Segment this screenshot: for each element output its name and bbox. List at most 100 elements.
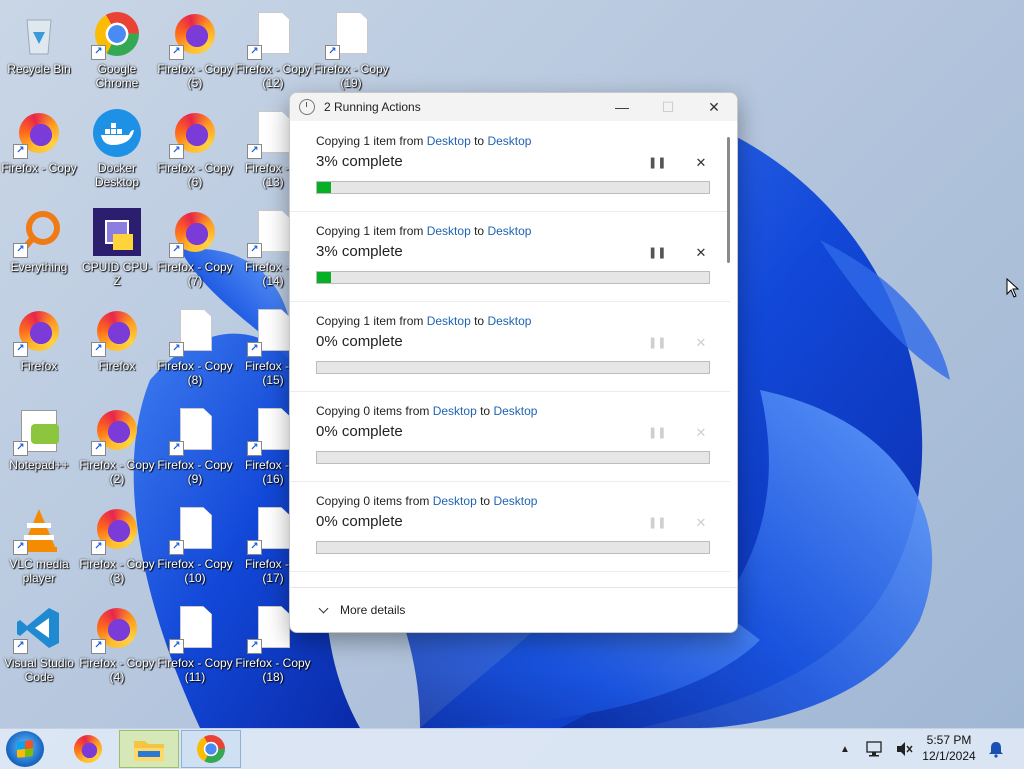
desktop-icon-firefox-2nd[interactable]: ↗ Firefox xyxy=(78,301,156,373)
shortcut-arrow-icon: ↗ xyxy=(13,243,28,258)
destination-link[interactable]: Desktop xyxy=(487,314,531,328)
vscode-icon: ↗ xyxy=(13,604,63,654)
shortcut-arrow-icon: ↗ xyxy=(247,144,262,159)
close-button[interactable]: ✕ xyxy=(691,93,737,121)
desktop-icon-firefox-copy-4[interactable]: ↗ Firefox - Copy (4) xyxy=(78,598,156,684)
folder-icon xyxy=(134,741,164,761)
progress-bar xyxy=(316,361,710,374)
shortcut-arrow-icon: ↗ xyxy=(169,639,184,654)
desktop-icon-firefox-copy-9[interactable]: ↗ Firefox - Copy (9) xyxy=(156,400,234,486)
desktop-icon-label: Google Chrome xyxy=(95,62,139,90)
shortcut-arrow-icon: ↗ xyxy=(13,342,28,357)
minimize-button[interactable]: — xyxy=(599,93,645,121)
destination-link[interactable]: Desktop xyxy=(487,134,531,148)
desktop-icon-firefox-copy-2[interactable]: ↗ Firefox - Copy (2) xyxy=(78,400,156,486)
firefox-icon: ↗ xyxy=(169,208,219,258)
firefox-icon: ↗ xyxy=(13,109,63,159)
firefox-icon: ↗ xyxy=(91,307,141,357)
file-icon: ↗ xyxy=(169,604,219,654)
firefox-icon: ↗ xyxy=(91,406,141,456)
progress-fill xyxy=(317,182,331,193)
action-description: Copying 0 items from Desktop to Desktop xyxy=(316,404,537,418)
desktop-icon-firefox-copy-11[interactable]: ↗ Firefox - Copy (11) xyxy=(156,598,234,684)
shortcut-arrow-icon: ↗ xyxy=(91,441,106,456)
pause-button[interactable]: ❚❚ xyxy=(648,155,666,171)
desktop-icon-label: Firefox - Copy (7) xyxy=(157,260,233,288)
source-link[interactable]: Desktop xyxy=(433,494,477,508)
more-details-toggle[interactable]: More details xyxy=(318,603,405,617)
source-link[interactable]: Desktop xyxy=(427,314,471,328)
action-mid: to xyxy=(470,314,488,328)
running-actions-dialog: 2 Running Actions — ☐ ✕ Copying 1 item f… xyxy=(289,92,738,633)
taskbar-firefox[interactable] xyxy=(58,730,118,768)
dialog-title: 2 Running Actions xyxy=(324,100,421,114)
cancel-button: ✕ xyxy=(693,335,709,351)
taskbar-chrome[interactable] xyxy=(181,730,241,768)
network-tray-icon[interactable] xyxy=(866,729,884,769)
desktop-icon-firefox-copy-19[interactable]: ↗ Firefox - Copy (19) xyxy=(312,4,390,90)
taskbar-file-explorer[interactable] xyxy=(119,730,179,768)
pause-button: ❚❚ xyxy=(648,425,667,441)
close-icon: ✕ xyxy=(695,515,707,530)
source-link[interactable]: Desktop xyxy=(427,224,471,238)
pause-icon: ❚❚ xyxy=(648,517,667,529)
dialog-titlebar[interactable]: 2 Running Actions — ☐ ✕ xyxy=(290,93,737,121)
desktop-icon-firefox-copy-5[interactable]: ↗ Firefox - Copy (5) xyxy=(156,4,234,90)
desktop-icon-firefox-copy-7[interactable]: ↗ Firefox - Copy (7) xyxy=(156,202,234,288)
firefox-icon: ↗ xyxy=(91,604,141,654)
list-scrollbar[interactable] xyxy=(727,137,730,263)
start-button[interactable] xyxy=(6,731,44,767)
actions-list[interactable]: Copying 1 item from Desktop to Desktop 3%… xyxy=(290,121,730,587)
shortcut-arrow-icon: ↗ xyxy=(169,45,184,60)
desktop-icon-label: Firefox - Copy xyxy=(1,161,77,175)
desktop-icon-label: Firefox - Copy (3) xyxy=(79,557,155,585)
source-link[interactable]: Desktop xyxy=(427,134,471,148)
destination-link[interactable]: Desktop xyxy=(493,404,537,418)
desktop-icon-firefox[interactable]: ↗ Firefox xyxy=(0,301,78,373)
desktop-icon-firefox-copy-3[interactable]: ↗ Firefox - Copy (3) xyxy=(78,499,156,585)
volume-tray-icon[interactable] xyxy=(895,729,913,769)
desktop-icon-firefox-copy-10[interactable]: ↗ Firefox - Copy (10) xyxy=(156,499,234,585)
notepad-icon: ↗ xyxy=(13,406,63,456)
desktop-icon-cpuid-cpu-z[interactable]: CPUID CPU-Z xyxy=(78,202,156,288)
progress-bar xyxy=(316,271,710,284)
show-hidden-icons[interactable]: ▲ xyxy=(840,729,850,769)
taskbar-clock[interactable]: 5:57 PM 12/1/2024 xyxy=(918,732,980,764)
cancel-button[interactable]: ✕ xyxy=(693,245,709,261)
desktop-icon-docker-desktop[interactable]: Docker Desktop xyxy=(78,103,156,189)
cancel-button[interactable]: ✕ xyxy=(693,155,709,171)
desktop-icon-everything[interactable]: ↗ Everything xyxy=(0,202,78,274)
action-mid: to xyxy=(470,224,488,238)
desktop-icon-label: Firefox - Copy (4) xyxy=(79,656,155,684)
copy-action-item: Copying 0 items from Desktop to Desktop 0… xyxy=(290,481,730,572)
copy-action-item: Copying 1 item from Desktop to Desktop 3%… xyxy=(290,211,730,302)
docker-icon xyxy=(93,109,141,157)
desktop-icon-label: Firefox - Copy (5) xyxy=(157,62,233,90)
destination-link[interactable]: Desktop xyxy=(493,494,537,508)
desktop-icon-google-chrome[interactable]: ↗ Google Chrome xyxy=(78,4,156,90)
shortcut-arrow-icon: ↗ xyxy=(247,45,262,60)
desktop-icon-label: Notepad++ xyxy=(9,458,69,472)
pause-button[interactable]: ❚❚ xyxy=(648,245,666,261)
desktop-icon-label: Firefox - Copy (11) xyxy=(157,656,233,684)
desktop-icon-vlc-media-player[interactable]: ↗ VLC media player xyxy=(0,499,78,585)
action-description: Copying 1 item from Desktop to Desktop xyxy=(316,134,531,148)
firefox-icon xyxy=(74,735,102,763)
desktop-icon-notepad-plus-plus[interactable]: ↗ Notepad++ xyxy=(0,400,78,472)
destination-link[interactable]: Desktop xyxy=(487,224,531,238)
notifications-button[interactable] xyxy=(988,729,1004,769)
desktop-icon-visual-studio-code[interactable]: ↗ Visual Studio Code xyxy=(0,598,78,684)
desktop-icon-firefox-copy-12[interactable]: ↗ Firefox - Copy (12) xyxy=(234,4,312,90)
progress-fill xyxy=(317,272,331,283)
close-icon: ✕ xyxy=(695,335,707,350)
desktop-icon-firefox-copy-6[interactable]: ↗ Firefox - Copy (6) xyxy=(156,103,234,189)
pause-button: ❚❚ xyxy=(648,515,667,531)
close-icon: ✕ xyxy=(695,425,707,440)
source-link[interactable]: Desktop xyxy=(433,404,477,418)
desktop-icon-firefox-copy-8[interactable]: ↗ Firefox - Copy (8) xyxy=(156,301,234,387)
dialog-footer: More details xyxy=(290,587,737,632)
desktop-icon-recycle-bin[interactable]: Recycle Bin xyxy=(0,4,78,76)
desktop-icon-firefox-copy[interactable]: ↗ Firefox - Copy xyxy=(0,103,78,175)
maximize-button: ☐ xyxy=(661,98,675,115)
pause-icon: ❚❚ xyxy=(648,427,667,439)
